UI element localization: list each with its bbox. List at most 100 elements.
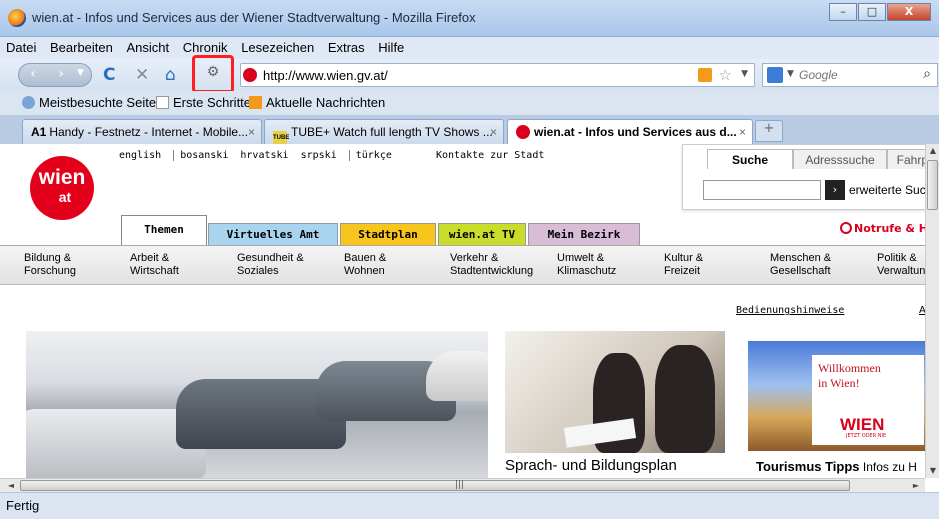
bookmark-aktuelle-nachrichten[interactable]: Aktuelle Nachrichten: [249, 95, 385, 110]
cat-bildung[interactable]: Bildung & Forschung: [24, 252, 76, 278]
home-button[interactable]: ⌂: [165, 65, 176, 85]
scroll-down-icon[interactable]: ▼: [926, 464, 939, 478]
cat-umwelt[interactable]: Umwelt & Klimaschutz: [557, 252, 616, 278]
bookmark-meistbesuchte[interactable]: Meistbesuchte Seiten: [22, 95, 163, 110]
scroll-left-icon[interactable]: ◄: [4, 479, 18, 493]
cat-menschen[interactable]: Menschen & Gesellschaft: [770, 252, 831, 278]
reload-button[interactable]: C: [103, 65, 115, 85]
site-search-go-button[interactable]: ›: [825, 180, 845, 200]
tab-fahrplan[interactable]: Fahrpla: [887, 149, 925, 169]
horizontal-scroll-thumb[interactable]: |||: [20, 480, 850, 491]
search-engine-icon[interactable]: [767, 67, 783, 83]
tab-adresssuche[interactable]: Adresssuche: [793, 149, 887, 169]
notrufe-link[interactable]: Notrufe & H: [840, 222, 925, 235]
notrufe-label: Notrufe & H: [854, 222, 925, 235]
main-tab-virtuelles-amt[interactable]: Virtuelles Amt: [208, 223, 338, 245]
tourismus-title: Tourismus Tipps: [756, 459, 860, 474]
kontakte-link[interactable]: Kontakte zur Stadt: [436, 150, 544, 161]
menu-chronik[interactable]: Chronik: [177, 37, 232, 55]
cat-arbeit[interactable]: Arbeit & Wirtschaft: [130, 252, 179, 278]
search-go-icon[interactable]: ⌕: [923, 66, 931, 82]
menu-datei[interactable]: Datei: [0, 37, 40, 55]
window-controls: – □ X: [828, 3, 931, 21]
back-button[interactable]: ‹: [23, 66, 43, 84]
most-visited-icon: [22, 96, 35, 109]
wien-brand-text: WIEN: [840, 415, 885, 434]
willkommen-card: Willkommen in Wien! WIEN JETZT ODER NIE: [812, 355, 924, 445]
menu-hilfe[interactable]: Hilfe: [372, 37, 408, 55]
main-tab-themen[interactable]: Themen: [121, 215, 207, 245]
cat-verkehr[interactable]: Verkehr & Stadtentwicklung: [450, 252, 533, 278]
minimize-button[interactable]: –: [829, 3, 857, 21]
tourismus-image[interactable]: Willkommen in Wien! WIEN JETZT ODER NIE: [748, 341, 925, 451]
tab-strip: A1 Handy - Festnetz - Internet - Mobile..…: [0, 115, 939, 145]
bookmark-erste-schritte[interactable]: Erste Schritte: [156, 95, 251, 110]
tab-tubeplus[interactable]: TUBE TUBE+ Watch full length TV Shows ...…: [264, 119, 504, 144]
history-dropdown-icon[interactable]: ▼: [77, 68, 84, 78]
main-tab-mein-bezirk[interactable]: Mein Bezirk: [528, 223, 640, 245]
main-tab-wien-at-tv[interactable]: wien.at TV: [438, 223, 526, 245]
page-content: wien at english bosanski hrvatski srpski…: [0, 144, 925, 478]
site-search-input[interactable]: [703, 180, 821, 200]
person-shape: [655, 345, 715, 453]
lang-english[interactable]: english: [119, 150, 161, 161]
rss-feed-icon[interactable]: [698, 68, 712, 82]
rss-feed-icon: [249, 96, 262, 109]
close-tab-icon[interactable]: ×: [490, 125, 497, 139]
url-text[interactable]: http://www.wien.gv.at/: [263, 68, 388, 83]
forward-button[interactable]: ›: [51, 66, 71, 84]
horizontal-scrollbar[interactable]: ◄ ||| ►: [0, 478, 925, 492]
scroll-right-icon[interactable]: ►: [909, 479, 923, 493]
willkommen-text: Willkommen in Wien!: [818, 361, 881, 390]
wien-favicon-icon: [516, 125, 530, 139]
url-dropdown-icon[interactable]: ▼: [741, 69, 748, 79]
cat-kultur[interactable]: Kultur & Freizeit: [664, 252, 703, 278]
bedienungshinweise-link[interactable]: Bedienungshinweise: [736, 305, 844, 316]
menu-ansicht[interactable]: Ansicht: [121, 37, 174, 55]
tab-label: wien.at - Infos und Services aus d...: [534, 125, 737, 139]
menu-extras[interactable]: Extras: [322, 37, 369, 55]
lang-hrvatski[interactable]: hrvatski: [240, 150, 288, 161]
lang-srpski[interactable]: srpski: [301, 150, 337, 161]
tab-wien-at[interactable]: wien.at - Infos und Services aus d... ×: [507, 119, 753, 145]
sprach-bildungsplan-link[interactable]: Sprach- und Bildungsplan: [505, 457, 677, 474]
menu-bearbeiten[interactable]: Bearbeiten: [44, 37, 117, 55]
maximize-button[interactable]: □: [858, 3, 886, 21]
menu-lesezeichen[interactable]: Lesezeichen: [235, 37, 318, 55]
cat-gesundheit[interactable]: Gesundheit & Soziales: [237, 252, 304, 278]
vertical-scroll-thumb[interactable]: [927, 160, 938, 210]
cat-bauen[interactable]: Bauen & Wohnen: [344, 252, 386, 278]
lang-bosanski[interactable]: bosanski: [173, 150, 229, 161]
menu-bar: Datei Bearbeiten Ansicht Chronik Lesezei…: [0, 37, 939, 59]
firefox-icon: [8, 9, 26, 27]
jetzt-oder-nie-text: JETZT ODER NIE: [846, 433, 887, 439]
window-title: wien.at - Infos und Services aus der Wie…: [32, 10, 476, 25]
close-tab-icon[interactable]: ×: [739, 125, 746, 139]
close-window-button[interactable]: X: [887, 3, 931, 21]
tourismus-tipps-link[interactable]: Tourismus Tipps Infos zu H: [756, 459, 917, 474]
cat-politik[interactable]: Politik & Verwaltun: [877, 252, 925, 278]
students-image[interactable]: [505, 331, 725, 453]
a1-favicon-icon: A1: [31, 125, 47, 139]
tab-suche[interactable]: Suche: [707, 149, 793, 169]
logo-text-top: wien: [38, 166, 86, 189]
bookmark-star-icon[interactable]: ☆: [719, 66, 732, 84]
tab-a1[interactable]: A1 Handy - Festnetz - Internet - Mobile..…: [22, 119, 262, 144]
car-shape: [426, 351, 488, 401]
close-tab-icon[interactable]: ×: [248, 125, 255, 139]
vertical-scrollbar[interactable]: ▲ ▼: [925, 144, 939, 478]
search-engine-dropdown-icon[interactable]: ▼: [787, 69, 794, 79]
wien-logo[interactable]: wien at: [30, 156, 94, 220]
main-tab-stadtplan[interactable]: Stadtplan: [340, 223, 436, 245]
advanced-search-link[interactable]: erweiterte Such: [849, 183, 925, 197]
stop-button[interactable]: ✕: [135, 65, 149, 85]
search-input[interactable]: [799, 66, 909, 84]
site-favicon-icon: [243, 68, 257, 82]
parked-cars-image[interactable]: [26, 331, 488, 478]
new-tab-button[interactable]: +: [755, 120, 783, 142]
tourismus-rest: Infos zu H: [859, 460, 917, 474]
highlight-annotation-box: [192, 55, 234, 93]
scroll-up-icon[interactable]: ▲: [926, 144, 939, 158]
lang-turkce[interactable]: türkçe: [348, 150, 392, 161]
address-bar[interactable]: http://www.wien.gv.at/ ☆ ▼: [240, 63, 755, 87]
